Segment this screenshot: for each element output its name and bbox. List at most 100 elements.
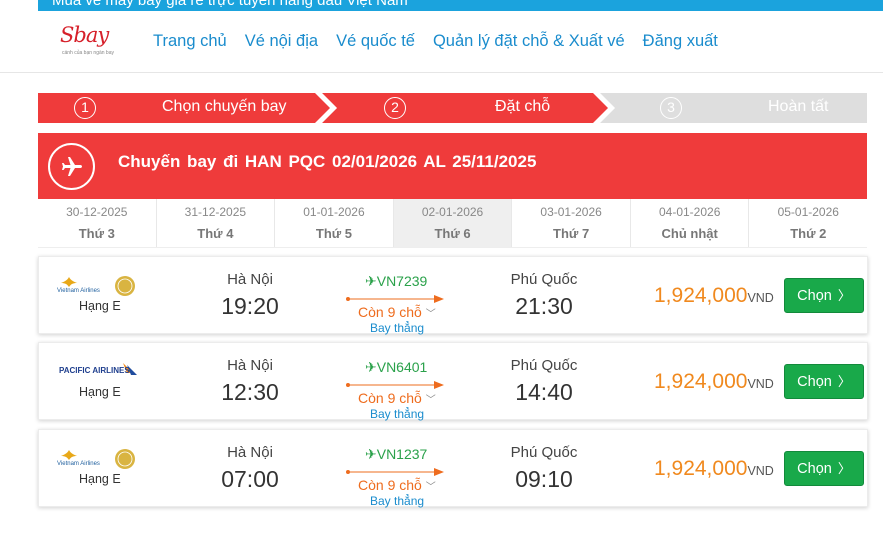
date-option[interactable]: 31-12-2025 Thứ 4 [156,199,276,247]
nav-international-tickets[interactable]: Vé quốc tế [336,32,415,51]
site-header: Sbay cánh của bạn ngàn bay Trang chủ Vé … [0,11,883,73]
flight-number: VN6401 [376,359,428,375]
arrival-city: Phú Quốc [510,357,578,374]
date-selector: 30-12-2025 Thứ 3 31-12-2025 Thứ 4 01-01-… [38,199,868,248]
flight-route-banner: Chuyến bay đi HAN PQC 02/01/2026 AL 25/1… [38,133,867,199]
date-option[interactable]: 01-01-2026 Thứ 5 [275,199,394,247]
step-label: Hoàn tất [768,98,829,115]
flight-code: ✈VN1237 [365,446,428,462]
weekday: Thứ 5 [315,226,353,241]
step-booking: 2 Đặt chỗ [328,93,598,123]
ticket-price: 1,924,000VND [654,284,774,308]
logo-text: Sbay [60,23,109,47]
fare-class: Hạng E [79,385,121,399]
date-value: 31-12-2025 [184,205,247,219]
price-amount: 1,924,000 [654,284,748,307]
arrival-city: Phú Quốc [510,444,578,461]
nav-home[interactable]: Trang chủ [153,32,227,51]
flight-code: ✈VN6401 [365,359,428,375]
nonstop-label: Bay thẳng [370,494,425,508]
arrival-city: Phú Quốc [510,271,578,288]
date-option[interactable]: 30-12-2025 Thứ 3 [38,199,157,247]
chevron-right-icon: 〉 [837,288,851,303]
nav-logout[interactable]: Đăng xuất [643,32,718,51]
flight-number: VN7239 [376,273,428,289]
chevron-down-icon: ﹀ [425,395,436,406]
departure-time: 07:00 [221,466,279,492]
price-currency: VND [747,377,774,391]
price-amount: 1,924,000 [654,370,748,393]
seats-text: Còn 9 chỗ [358,477,422,493]
chevron-right-icon: 〉 [837,461,851,476]
step-complete: 3 Hoàn tất [598,93,867,123]
vietnam-airlines-logo: Vietnam Airlines [57,448,139,472]
price-currency: VND [747,464,774,478]
airline-name: Vietnam Airlines [57,461,100,467]
departure-city: Hà Nội [227,357,273,374]
flight-row: Pacific Airlines Hạng E Hà Nội 12:30 ✈VN… [38,342,868,421]
nav-manage-booking[interactable]: Quản lý đặt chỗ & Xuất vé [433,32,625,51]
select-flight-button[interactable]: Chọn 〉 [784,451,864,486]
plane-icon [48,143,95,190]
departure-city: Hà Nội [227,444,273,461]
weekday: Thứ 4 [197,226,234,241]
route-line-icon [346,381,444,389]
announcement-text: Mua vé máy bay giá rẻ trực tuyến hàng đầ… [52,0,408,9]
route-line-icon [346,468,444,476]
ticket-price: 1,924,000VND [654,457,774,481]
nonstop-label: Bay thẳng [370,407,425,421]
price-currency: VND [747,291,774,305]
step-number: 1 [74,97,96,119]
fare-class: Hạng E [79,472,121,486]
airline-name: Vietnam Airlines [57,288,100,294]
select-label: Chọn [797,288,832,304]
seats-left[interactable]: Còn 9 chỗ ﹀ [358,477,436,493]
date-value: 04-01-2026 [658,205,721,219]
weekday: Thứ 6 [434,226,471,241]
step-label: Đặt chỗ [495,98,551,115]
weekday: Thứ 2 [790,226,827,241]
date-value: 05-01-2026 [777,205,839,219]
step-choose-flight: 1 Chọn chuyến bay [38,93,328,123]
main-nav: Trang chủ Vé nội địa Vé quốc tế Quản lý … [153,32,718,51]
select-label: Chọn [797,374,832,390]
booking-steps: 1 Chọn chuyến bay 2 Đặt chỗ 3 Hoàn tất [38,93,867,123]
date-value: 02-01-2026 [421,205,484,219]
date-value: 01-01-2026 [303,205,365,219]
date-option[interactable]: 04-01-2026 Chủ nhật [630,199,750,247]
date-option[interactable]: 03-01-2026 Thứ 7 [512,199,631,247]
select-flight-button[interactable]: Chọn 〉 [784,364,864,399]
vietnam-airlines-logo: Vietnam Airlines [57,275,139,299]
date-value: 03-01-2026 [540,205,602,219]
date-option-selected[interactable]: 02-01-2026 Thứ 6 [393,199,513,247]
seats-left[interactable]: Còn 9 chỗ ﹀ [358,304,436,320]
seats-text: Còn 9 chỗ [358,390,422,406]
route-line-icon [346,295,444,303]
step-number: 2 [384,97,406,119]
select-flight-button[interactable]: Chọn 〉 [784,278,864,313]
sbay-logo[interactable]: Sbay cánh của bạn ngàn bay [60,23,114,59]
flight-code: ✈VN7239 [365,273,428,289]
chevron-right-icon: 〉 [837,374,851,389]
airline-name: Pacific Airlines [59,366,130,375]
step-number: 3 [660,97,682,119]
weekday: Thứ 3 [78,226,115,241]
date-value: 30-12-2025 [66,205,128,219]
date-option[interactable]: 05-01-2026 Thứ 2 [749,199,868,247]
flight-number: VN1237 [376,446,428,462]
flight-row: Vietnam Airlines Hạng E Hà Nội 19:20 ✈VN… [38,256,868,335]
nav-domestic-tickets[interactable]: Vé nội địa [245,32,318,51]
arrival-time: 14:40 [515,379,573,405]
step-label: Chọn chuyến bay [162,98,287,115]
pacific-airlines-logo: Pacific Airlines [57,361,139,385]
flight-row: Vietnam Airlines Hạng E Hà Nội 07:00 ✈VN… [38,429,868,508]
seats-left[interactable]: Còn 9 chỗ ﹀ [358,390,436,406]
price-amount: 1,924,000 [654,457,748,480]
arrival-time: 21:30 [515,293,573,319]
seats-text: Còn 9 chỗ [358,304,422,320]
logo-tagline: cánh của bạn ngàn bay [62,50,114,56]
weekday: Chủ nhật [661,226,718,241]
nonstop-label: Bay thẳng [370,321,425,335]
select-label: Chọn [797,461,832,477]
ticket-price: 1,924,000VND [654,370,774,394]
